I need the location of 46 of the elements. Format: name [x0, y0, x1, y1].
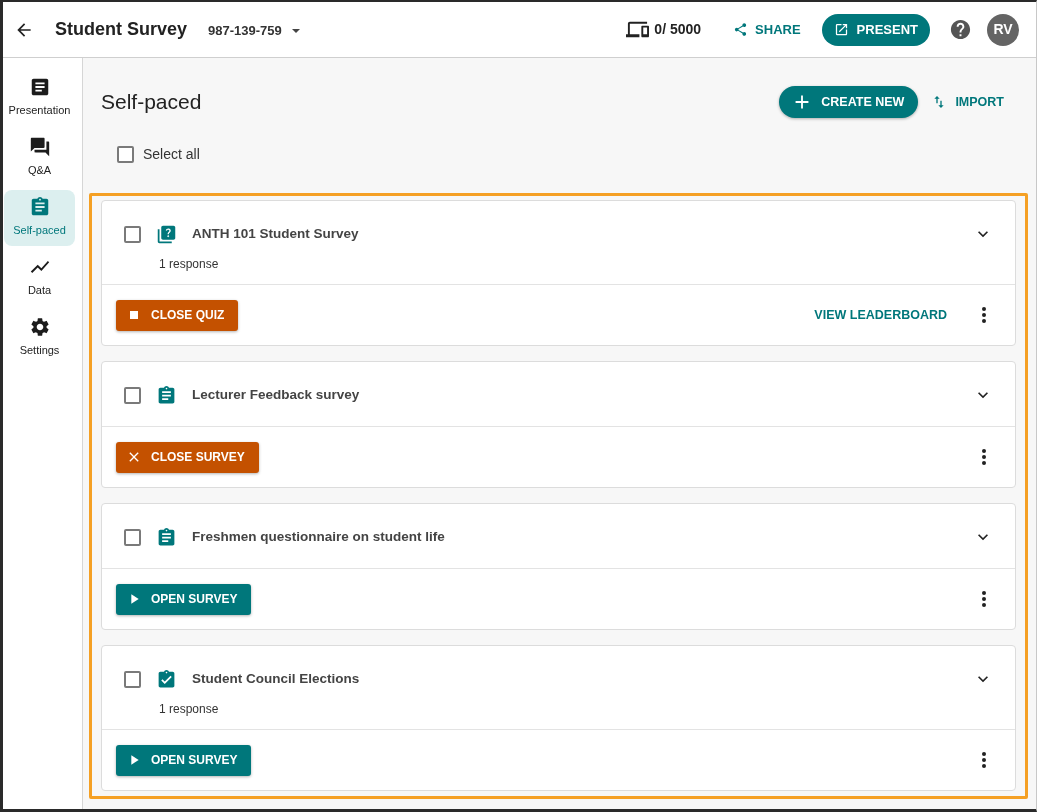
- activity-checkbox[interactable]: [124, 670, 141, 688]
- activity-title: Lecturer Feedback survey: [192, 385, 360, 404]
- create-new-button[interactable]: CREATE NEW: [779, 86, 919, 118]
- activity-checkbox[interactable]: [124, 386, 141, 404]
- sidebar-tab[interactable]: Self-paced: [4, 190, 75, 246]
- response-count: 1 response: [159, 701, 219, 716]
- settings-icon: [28, 316, 51, 338]
- user-avatar[interactable]: RV: [987, 13, 1019, 46]
- help-button[interactable]: [949, 18, 972, 41]
- sidebar-tab[interactable]: Q&A: [4, 130, 75, 186]
- open-survey-button[interactable]: OPEN SURVEY: [116, 583, 252, 615]
- kebab-icon: [982, 752, 986, 768]
- clipboard-icon: [156, 384, 177, 406]
- kebab-icon: [982, 449, 986, 465]
- session-code-dropdown[interactable]: 987-139-759: [208, 21, 300, 41]
- open-external-icon: [833, 22, 849, 37]
- present-button[interactable]: PRESENT: [821, 13, 930, 46]
- activity-checkbox[interactable]: [124, 225, 141, 243]
- share-icon: [733, 22, 749, 37]
- import-button[interactable]: IMPORT: [931, 92, 1004, 112]
- view-leaderboard-link[interactable]: VIEW LEADERBOARD: [814, 305, 947, 325]
- open-survey-button[interactable]: OPEN SURVEY: [116, 744, 252, 776]
- kebab-icon: [982, 591, 986, 607]
- activity-checkbox[interactable]: [124, 528, 141, 546]
- close-quiz-button[interactable]: CLOSE QUIZ: [116, 299, 239, 331]
- presentation-title: Student Survey: [55, 18, 188, 41]
- clipboard-check-icon: [156, 668, 177, 690]
- sidebar-tab[interactable]: Settings: [4, 310, 75, 366]
- activity-title: Student Council Elections: [192, 669, 360, 688]
- page-title: Self-paced: [101, 89, 202, 116]
- caret-icon: [291, 29, 300, 33]
- help-icon: [949, 18, 972, 41]
- sidebar-tab[interactable]: Data: [4, 250, 75, 306]
- clipboard-icon: [156, 526, 177, 548]
- sidebar-tab[interactable]: Presentation: [4, 70, 75, 126]
- participant-count: 0/ 5000: [654, 20, 702, 39]
- select-all-checkbox[interactable]: [117, 146, 134, 163]
- share-button[interactable]: SHARE: [733, 19, 801, 40]
- close-survey-button[interactable]: CLOSE SURVEY: [116, 441, 259, 473]
- activity-title: Freshmen questionnaire on student life: [192, 527, 445, 546]
- activity-title: ANTH 101 Student Survey: [192, 224, 359, 243]
- select-all-label: Select all: [143, 145, 200, 164]
- kebab-icon: [982, 307, 986, 323]
- question-cards-icon: [156, 223, 177, 245]
- response-count: 1 response: [159, 256, 219, 271]
- chat-bubbles-icon: [28, 136, 51, 158]
